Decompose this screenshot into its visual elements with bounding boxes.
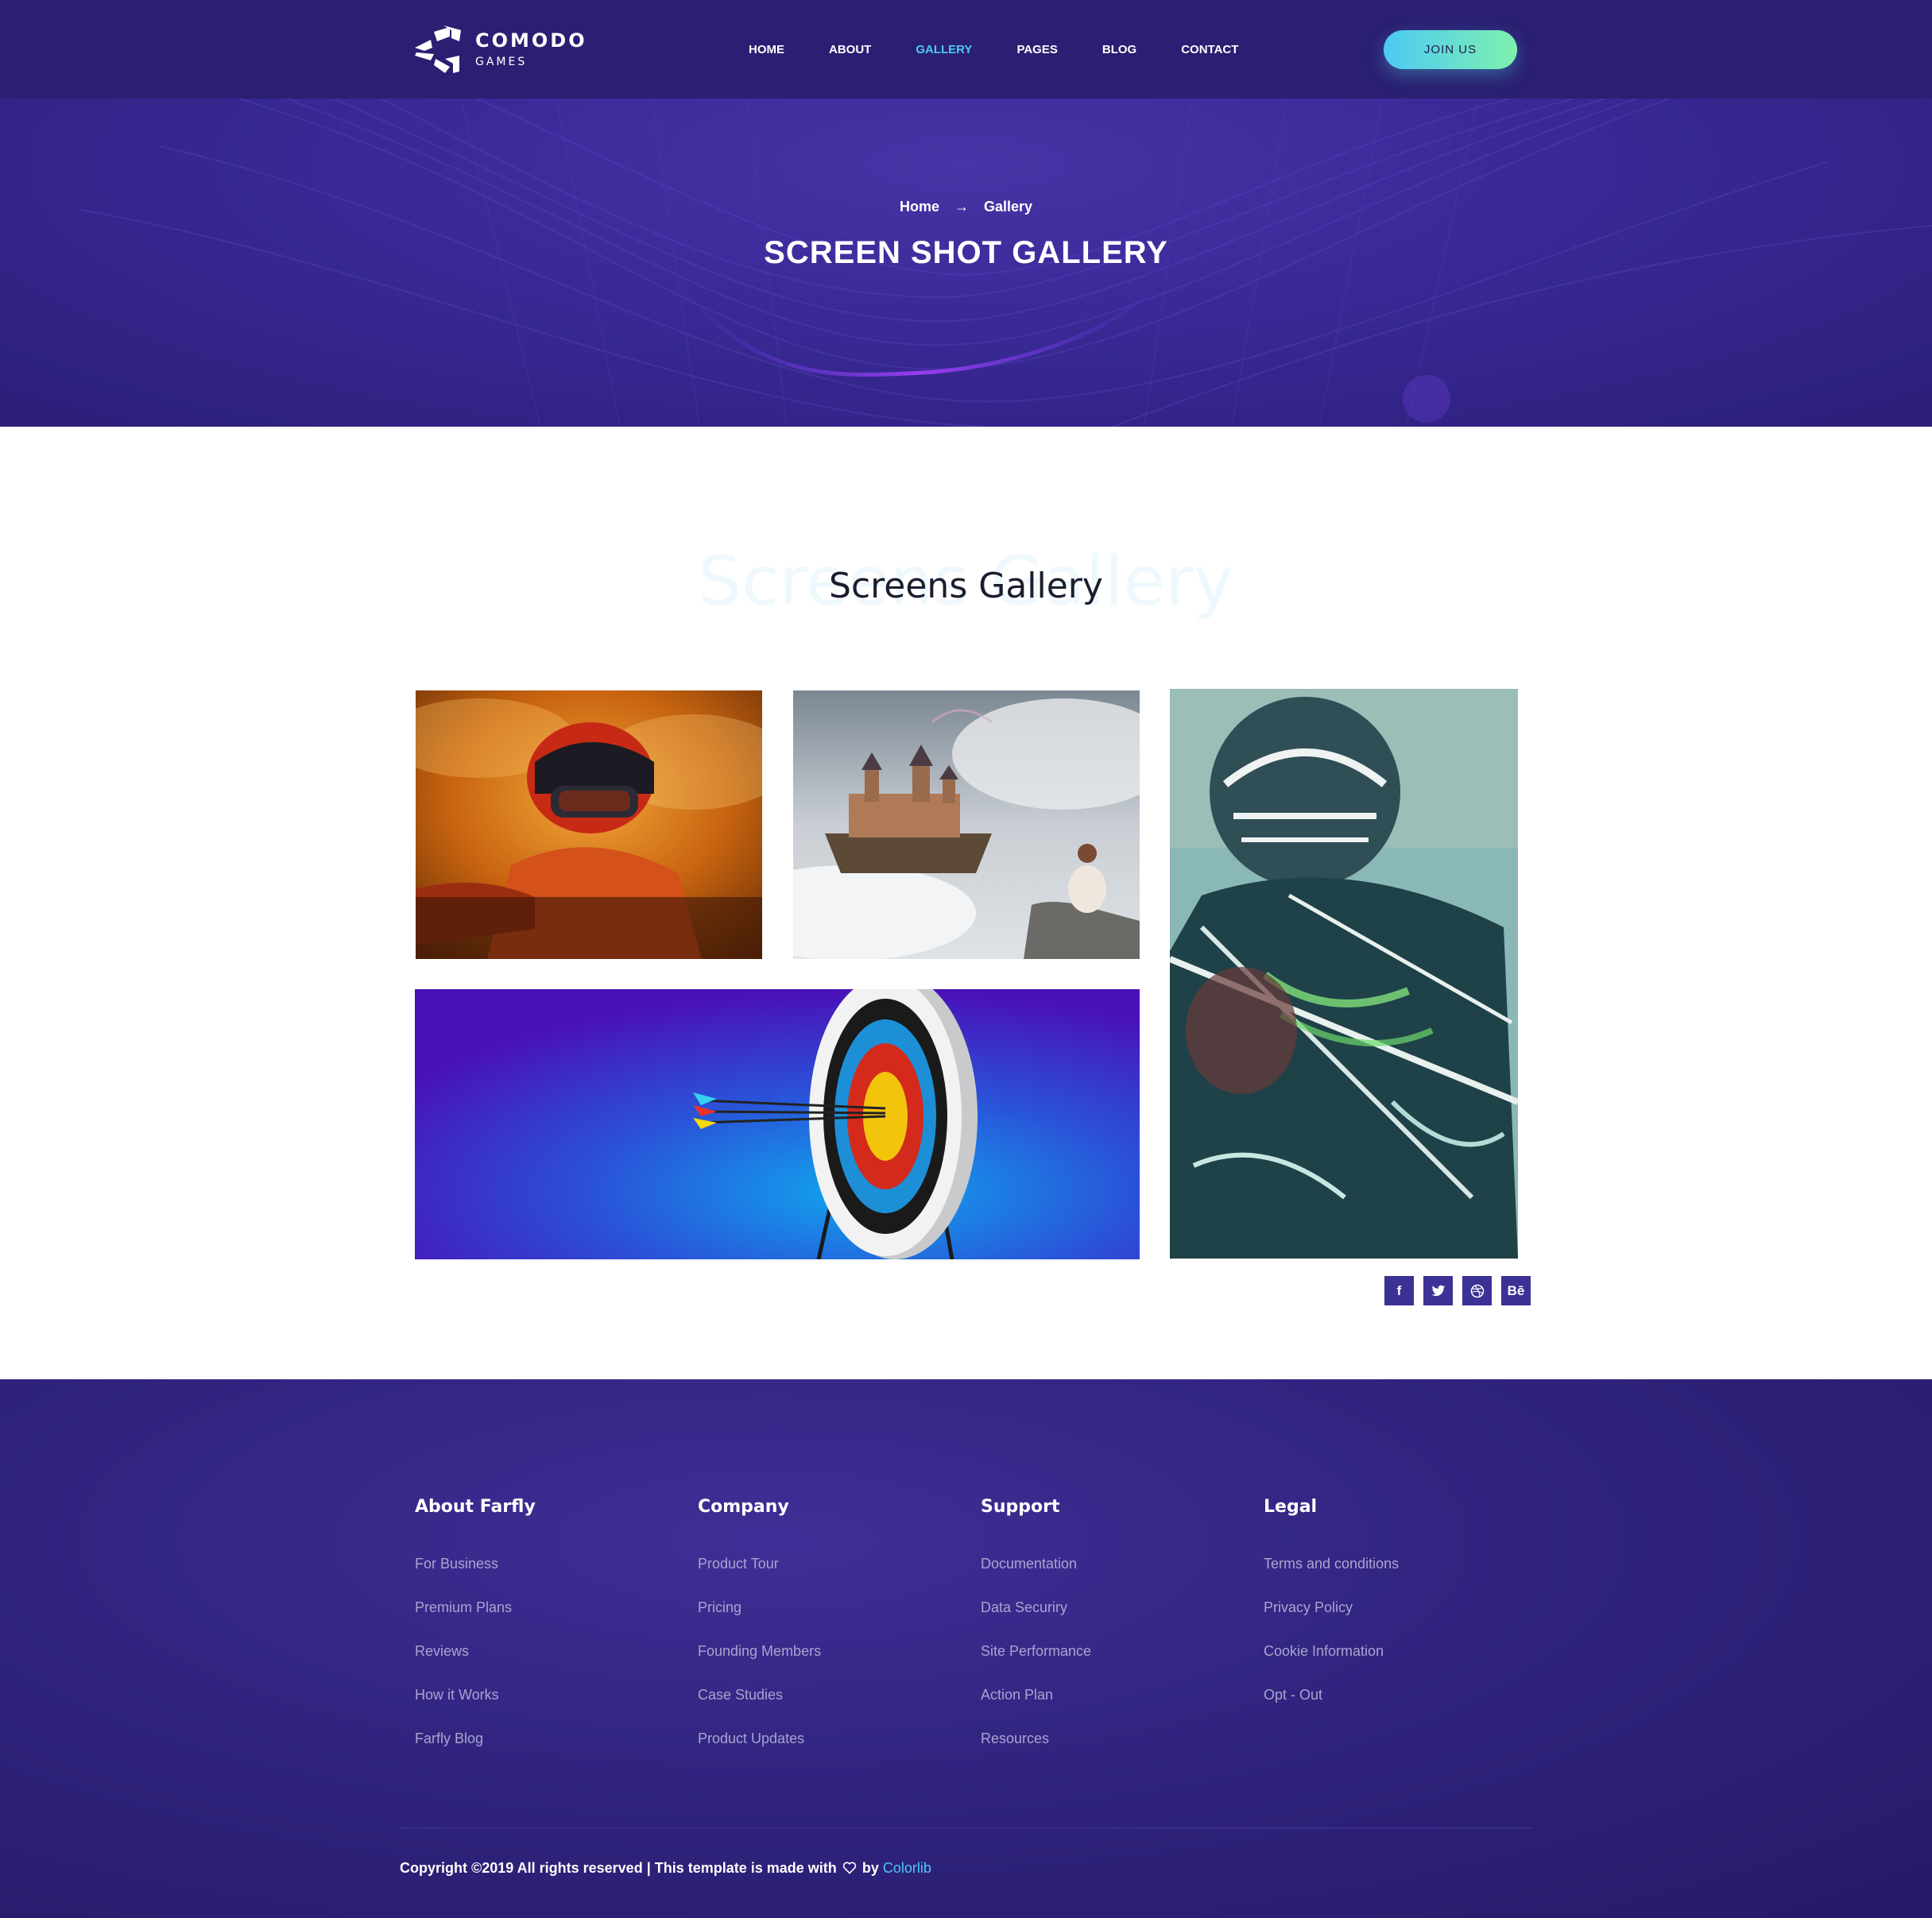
footer-link[interactable]: Documentation	[981, 1555, 1091, 1599]
footer-link[interactable]: Action Plan	[981, 1686, 1091, 1730]
page-title: SCREEN SHOT GALLERY	[764, 235, 1168, 270]
gallery-heading: Screens Gallery Screens Gallery	[0, 532, 1932, 628]
breadcrumb-home[interactable]: Home	[900, 199, 939, 215]
site-logo[interactable]: COMODO GAMES	[413, 24, 587, 75]
site-header: COMODO GAMES HOME ABOUT GALLERY PAGES BL…	[0, 0, 1932, 99]
footer-link[interactable]: Data Securiry	[981, 1599, 1091, 1642]
logo-icon	[415, 25, 461, 73]
footer-link[interactable]: Cookie Information	[1264, 1642, 1399, 1686]
footer-link[interactable]: Farfly Blog	[415, 1730, 536, 1773]
copyright-text: Copyright ©2019 All rights reserved | Th…	[400, 1860, 931, 1877]
main-nav: HOME ABOUT GALLERY PAGES BLOG CONTACT	[749, 0, 1283, 99]
nav-about[interactable]: ABOUT	[829, 43, 871, 56]
arrow-right-icon: →	[954, 199, 969, 215]
footer-link[interactable]: Case Studies	[698, 1686, 821, 1730]
footer-link[interactable]: Product Updates	[698, 1730, 821, 1773]
brand-name: COMODO	[475, 29, 587, 52]
footer-link[interactable]: Product Tour	[698, 1555, 821, 1599]
footer-link[interactable]: Site Performance	[981, 1642, 1091, 1686]
nav-pages[interactable]: PAGES	[1016, 43, 1057, 56]
footer-heading: Support	[981, 1497, 1060, 1517]
social-links: f Bē	[1384, 1276, 1540, 1305]
behance-icon[interactable]: Bē	[1501, 1276, 1531, 1305]
facebook-icon[interactable]: f	[1384, 1276, 1414, 1305]
footer-link[interactable]: Premium Plans	[415, 1599, 536, 1642]
nav-contact[interactable]: CONTACT	[1181, 43, 1238, 56]
footer-link[interactable]: Terms and conditions	[1264, 1555, 1399, 1599]
breadcrumb: Home → Gallery	[0, 199, 1932, 215]
join-us-button[interactable]: JOIN US	[1384, 30, 1517, 69]
dribbble-icon[interactable]	[1462, 1276, 1492, 1305]
footer-column-about: About Farfly For Business Premium Plans …	[415, 1497, 536, 1773]
gallery-image-motocross[interactable]	[416, 690, 762, 959]
nav-home[interactable]: HOME	[749, 43, 784, 56]
heart-icon	[842, 1862, 856, 1874]
brand-tagline: GAMES	[475, 56, 528, 68]
site-footer: About Farfly For Business Premium Plans …	[0, 1379, 1932, 1918]
colorlib-link[interactable]: Colorlib	[883, 1860, 931, 1876]
page-hero: Home → Gallery SCREEN SHOT GALLERY	[0, 99, 1932, 427]
footer-column-support: Support Documentation Data Securiry Site…	[981, 1497, 1091, 1773]
footer-divider	[400, 1827, 1532, 1828]
footer-heading: Legal	[1264, 1497, 1318, 1517]
twitter-icon[interactable]	[1423, 1276, 1453, 1305]
footer-heading: Company	[698, 1497, 789, 1517]
gallery-image-football-player[interactable]	[1170, 689, 1518, 1259]
footer-column-legal: Legal Terms and conditions Privacy Polic…	[1264, 1497, 1399, 1730]
footer-link[interactable]: Privacy Policy	[1264, 1599, 1399, 1642]
footer-link[interactable]: Opt - Out	[1264, 1686, 1399, 1730]
gallery-image-archery-target[interactable]	[415, 989, 1140, 1259]
footer-column-company: Company Product Tour Pricing Founding Me…	[698, 1497, 821, 1773]
nav-blog[interactable]: BLOG	[1102, 43, 1136, 56]
footer-link[interactable]: How it Works	[415, 1686, 536, 1730]
gallery-image-castle[interactable]	[793, 690, 1140, 959]
copyright-prefix: Copyright ©2019 All rights reserved | Th…	[400, 1860, 837, 1876]
nav-gallery[interactable]: GALLERY	[916, 43, 972, 56]
footer-link[interactable]: Resources	[981, 1730, 1091, 1773]
breadcrumb-current: Gallery	[984, 199, 1033, 215]
footer-link[interactable]: Founding Members	[698, 1642, 821, 1686]
footer-link[interactable]: For Business	[415, 1555, 536, 1599]
footer-heading: About Farfly	[415, 1497, 536, 1517]
footer-link[interactable]: Reviews	[415, 1642, 536, 1686]
footer-link[interactable]: Pricing	[698, 1599, 821, 1642]
gallery-title: Screens Gallery	[829, 566, 1103, 606]
copyright-by: by	[861, 1860, 879, 1876]
